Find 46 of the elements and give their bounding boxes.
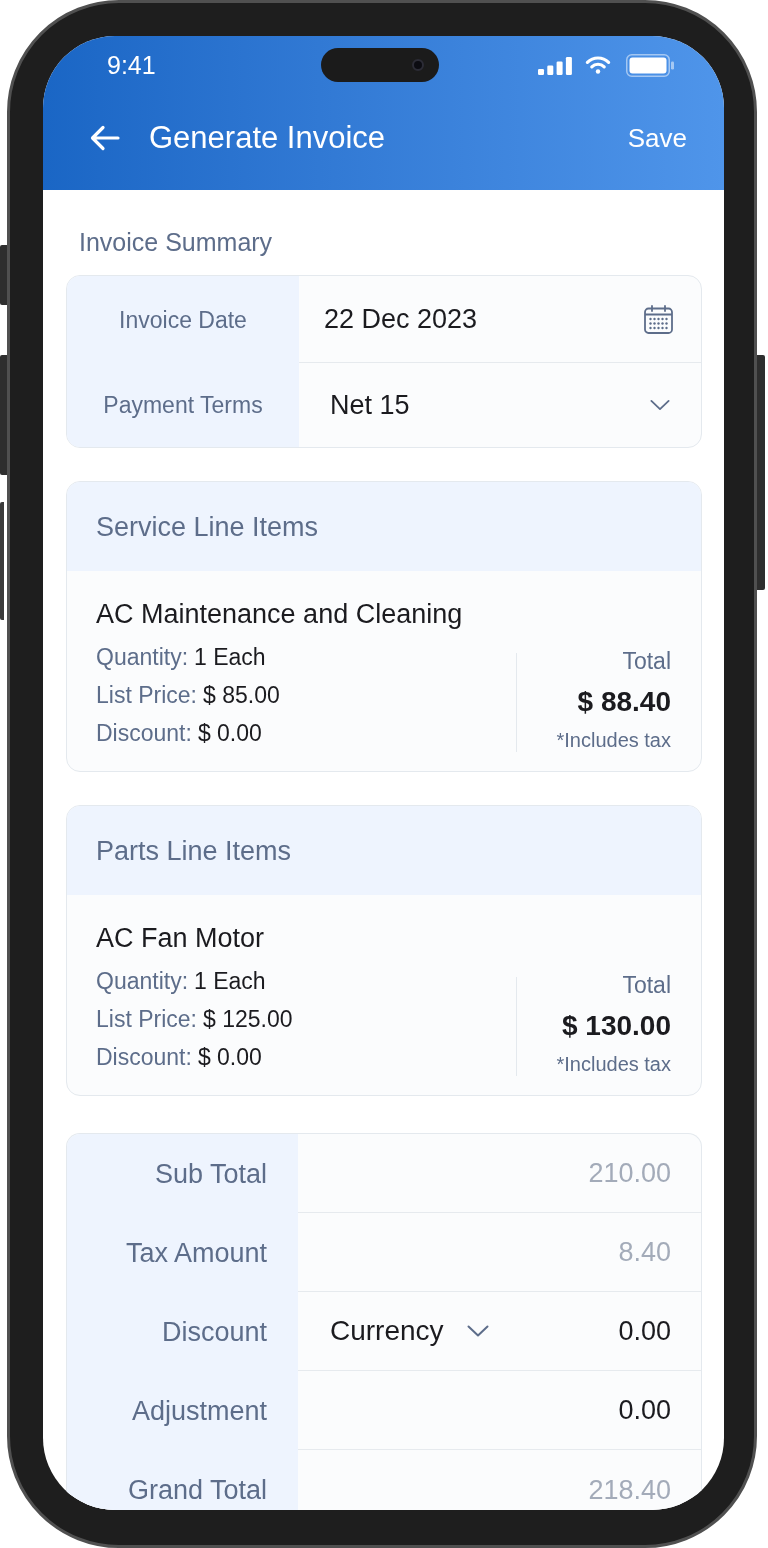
card-title: Service Line Items xyxy=(96,510,319,543)
detail-value: $ 85.00 xyxy=(203,681,280,709)
screen-title: Generate Invoice xyxy=(149,120,386,156)
detail-label: Quantity: xyxy=(96,967,189,995)
detail-label: List Price: xyxy=(96,681,197,709)
detail-value: $ 125.00 xyxy=(203,1005,293,1033)
field-label: Invoice Date xyxy=(119,305,247,334)
calendar-icon xyxy=(644,304,673,334)
detail-label: List Price: xyxy=(96,1005,197,1033)
total-amount: $ 130.00 xyxy=(562,1009,671,1043)
chevron-down-icon xyxy=(650,399,670,411)
detail-label: Discount: xyxy=(96,719,192,747)
field-label: Adjustment xyxy=(131,1395,267,1426)
total-amount: $ 88.40 xyxy=(577,685,671,719)
field-label: Tax Amount xyxy=(125,1237,267,1268)
field-label: Payment Terms xyxy=(103,391,263,419)
arrow-left-icon xyxy=(90,125,120,151)
input-field[interactable]: 0.00 xyxy=(618,1395,671,1425)
detail-value: $ 0.00 xyxy=(197,719,262,747)
camera-lens-icon xyxy=(412,59,424,71)
total-label: Total xyxy=(622,972,671,998)
unit-select[interactable]: Currency xyxy=(330,1315,489,1347)
input-field[interactable]: 0.00 xyxy=(618,1316,671,1346)
field-label: Discount xyxy=(161,1316,267,1347)
total-label: Total xyxy=(622,648,671,674)
wifi-icon xyxy=(584,55,612,75)
status-time: 9:41 xyxy=(106,50,156,80)
field-label: Grand Total xyxy=(127,1474,267,1505)
tax-note: *Includes tax xyxy=(556,1053,671,1075)
detail-label: Discount: xyxy=(96,1043,192,1071)
detail-value: 1 Each xyxy=(194,643,266,671)
section-title: Invoice Summary xyxy=(79,229,273,255)
select-field[interactable]: Net 15 xyxy=(299,363,701,447)
tax-note: *Includes tax xyxy=(556,729,671,751)
item-name: AC Maintenance and Cleaning xyxy=(96,599,463,629)
detail-label: Quantity: xyxy=(96,643,189,671)
battery-icon xyxy=(626,53,674,77)
detail-value: 1 Each xyxy=(194,967,266,995)
field-label: Sub Total xyxy=(154,1158,267,1189)
detail-value: $ 0.00 xyxy=(197,1043,262,1071)
card-title: Parts Line Items xyxy=(96,834,292,867)
item-name: AC Fan Motor xyxy=(96,923,265,953)
signal-icon xyxy=(538,55,572,75)
side-button-drawing xyxy=(0,245,7,305)
date-field[interactable]: 22 Dec 2023 xyxy=(299,276,701,362)
chevron-down-icon xyxy=(466,1325,489,1337)
